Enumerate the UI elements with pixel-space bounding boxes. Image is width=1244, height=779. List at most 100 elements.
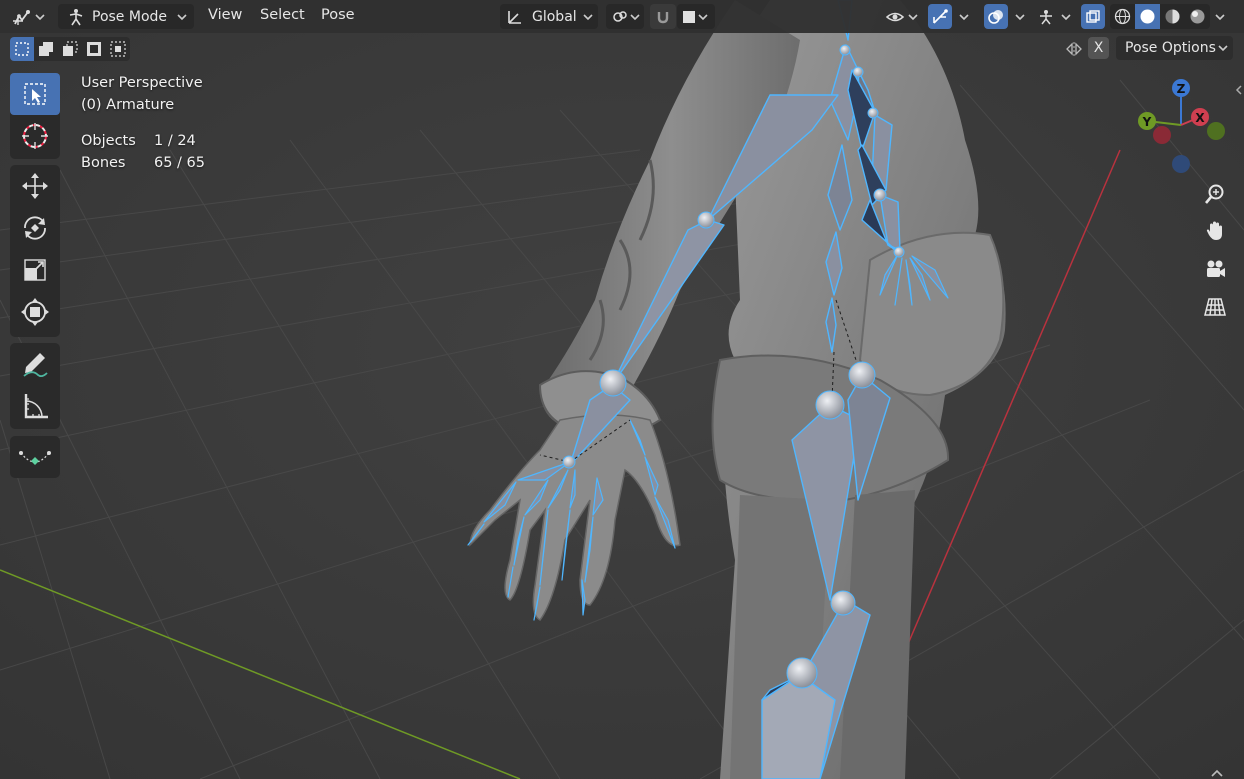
neg-z-axis-handle[interactable]	[1172, 155, 1190, 173]
pose-mode-icon	[69, 8, 83, 25]
xray-icon	[1086, 9, 1100, 23]
transform-icon	[21, 298, 49, 326]
tool-measure[interactable]	[10, 385, 60, 427]
chevron-down-icon[interactable]	[1060, 11, 1072, 23]
tool-transform[interactable]	[10, 291, 60, 333]
menu-view[interactable]: View	[208, 7, 242, 23]
xray-toggle[interactable]	[1081, 4, 1105, 29]
pose-options-label: Pose Options	[1125, 40, 1216, 56]
x-axis-label: X	[1195, 111, 1205, 125]
select-intersect-icon	[110, 41, 126, 57]
chevron-down-icon	[583, 13, 593, 20]
pan-button[interactable]	[1199, 215, 1231, 247]
menu-select[interactable]: Select	[260, 7, 305, 23]
tool-cursor[interactable]	[10, 115, 60, 157]
snap-increment-icon	[683, 10, 695, 23]
transform-orientation-dropdown[interactable]: Global	[500, 4, 598, 29]
navigation-gizmo[interactable]: Z X Y	[1130, 75, 1232, 177]
rotate-icon	[24, 216, 46, 240]
zoom-icon	[1205, 184, 1224, 204]
wireframe-sphere-icon	[1114, 8, 1131, 25]
z-axis-label: Z	[1177, 82, 1186, 96]
orientation-label: Global	[532, 8, 577, 25]
active-object-name: (0) Armature	[81, 97, 175, 113]
tool-annotate[interactable]	[10, 343, 60, 385]
chevron-down-icon[interactable]	[907, 11, 919, 23]
bones-stat-label: Bones	[81, 155, 126, 171]
mirror-x-toggle[interactable]: X	[1088, 37, 1109, 59]
select-extend-button[interactable]	[34, 37, 58, 61]
pose-options-dropdown[interactable]: Pose Options	[1116, 36, 1233, 60]
zoom-button[interactable]	[1199, 178, 1231, 210]
tool-move[interactable]	[10, 165, 60, 207]
tool-rotate[interactable]	[10, 207, 60, 249]
chevron-down-icon[interactable]	[958, 11, 970, 23]
neg-y-axis-handle[interactable]	[1207, 122, 1225, 140]
toolbar-bone-group	[10, 436, 60, 478]
select-subtract-icon	[63, 41, 78, 56]
camera-view-button[interactable]	[1199, 253, 1231, 285]
gizmo-toggle[interactable]	[928, 4, 952, 29]
selection-mode-buttons	[10, 37, 130, 61]
magnet-icon	[657, 11, 669, 23]
sidebar-expand-icon[interactable]	[1235, 84, 1243, 96]
y-axis-label: Y	[1142, 115, 1152, 129]
mirror-x-label: X	[1093, 40, 1104, 56]
shading-wireframe-button[interactable]	[1110, 8, 1135, 25]
chevron-down-icon[interactable]	[1214, 11, 1226, 23]
solid-sphere-icon	[1140, 9, 1155, 24]
snap-toggle[interactable]	[650, 4, 676, 29]
shading-solid-button[interactable]	[1135, 4, 1160, 29]
select-new-button[interactable]	[10, 37, 34, 61]
orientation-icon	[508, 10, 521, 24]
pivot-point-dropdown[interactable]	[606, 4, 644, 29]
bones-stat-value: 65 / 65	[154, 155, 206, 171]
3d-viewport[interactable]	[0, 0, 1244, 779]
mirror-icon[interactable]	[1065, 40, 1083, 58]
grid-perspective-icon	[1204, 298, 1226, 316]
menu-pose[interactable]: Pose	[321, 7, 355, 23]
bone-overlay-toggle[interactable]	[1034, 4, 1058, 29]
chevron-down-icon	[177, 13, 187, 20]
move-icon	[22, 173, 48, 199]
shading-rendered-button[interactable]	[1185, 8, 1210, 25]
neg-x-axis-handle[interactable]	[1153, 126, 1171, 144]
bone-overlay-icon	[1040, 9, 1052, 24]
rendered-sphere-icon	[1190, 9, 1205, 24]
pan-hand-icon	[1206, 221, 1222, 240]
armature-pose-icon	[13, 9, 30, 25]
mode-dropdown[interactable]: Pose Mode	[58, 4, 194, 29]
gizmo-icon	[933, 8, 948, 24]
annotate-icon	[23, 353, 48, 378]
perspective-toggle-button[interactable]	[1199, 291, 1231, 323]
select-invert-icon	[87, 42, 101, 56]
objects-stat-value: 1 / 24	[154, 133, 196, 149]
select-invert-button[interactable]	[82, 37, 106, 61]
editor-type-dropdown[interactable]	[10, 4, 50, 29]
overlays-toggle[interactable]	[984, 4, 1008, 29]
camera-icon	[1207, 260, 1225, 277]
visibility-toggle[interactable]	[884, 4, 906, 29]
toolbar-transform-group	[10, 165, 60, 337]
cursor-icon	[22, 123, 48, 149]
shading-material-button[interactable]	[1160, 8, 1185, 25]
chevron-down-icon[interactable]	[1014, 11, 1026, 23]
select-subtract-button[interactable]	[58, 37, 82, 61]
toolbar-select-group	[10, 73, 60, 159]
chevron-down-icon	[698, 13, 708, 20]
select-new-icon	[15, 42, 29, 56]
collapse-up-icon[interactable]	[1210, 768, 1224, 778]
mode-label: Pose Mode	[92, 8, 168, 25]
snap-target-dropdown[interactable]	[677, 4, 715, 29]
select-extend-icon	[39, 42, 53, 56]
tool-select-box[interactable]	[10, 73, 60, 115]
tool-bone-envelope[interactable]	[10, 436, 60, 478]
select-intersect-button[interactable]	[106, 37, 130, 61]
view-name: User Perspective	[81, 75, 203, 91]
tool-scale[interactable]	[10, 249, 60, 291]
bone-envelope-icon	[19, 451, 51, 465]
measure-icon	[24, 394, 48, 419]
objects-stat-label: Objects	[81, 133, 136, 149]
toolbar-annotate-group	[10, 343, 60, 429]
shading-buttons	[1110, 4, 1210, 29]
